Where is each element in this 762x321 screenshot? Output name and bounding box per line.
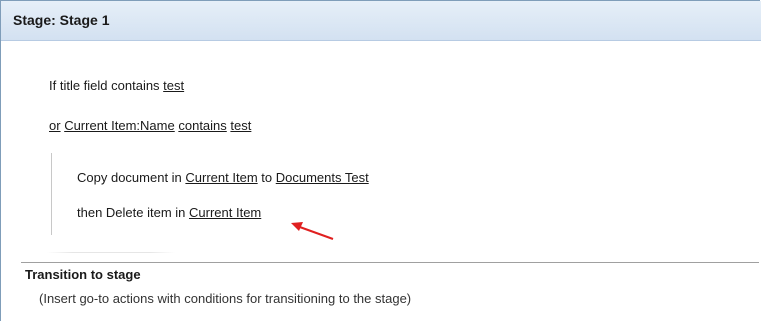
transition-title: Transition to stage <box>25 267 141 282</box>
stage-header[interactable]: Stage: Stage 1 <box>1 1 761 41</box>
condition-prefix: If title field contains <box>49 78 164 93</box>
condition-value-link[interactable]: test <box>230 118 251 133</box>
stage-panel: Stage: Stage 1 If title field contains t… <box>0 0 761 321</box>
red-arrow-annotation-icon <box>291 222 334 240</box>
condition-title-contains: If title field contains test <box>49 78 184 93</box>
action-delete-item: then Delete item in Current Item <box>77 205 261 220</box>
action-delete-target-link[interactable]: Current Item <box>189 205 261 220</box>
action-copy-document: Copy document in Current Item to Documen… <box>77 170 369 185</box>
insert-action-marker[interactable] <box>47 252 175 253</box>
condition-connector-link[interactable]: or <box>49 118 61 133</box>
condition-operator-link[interactable]: contains <box>178 118 226 133</box>
transition-divider <box>21 262 759 263</box>
action-copy-destination-link[interactable]: Documents Test <box>276 170 369 185</box>
action-delete-prefix: then Delete item in <box>77 205 190 220</box>
action-copy-prefix: Copy document in <box>77 170 186 185</box>
action-block-bracket <box>51 153 54 235</box>
condition-value-link[interactable]: test <box>163 78 184 93</box>
action-copy-middle: to <box>257 170 276 185</box>
condition-or-name-contains: or Current Item:Name contains test <box>49 118 251 133</box>
stage-title: Stage: Stage 1 <box>13 12 110 28</box>
action-copy-source-link[interactable]: Current Item <box>185 170 257 185</box>
condition-field-link[interactable]: Current Item:Name <box>64 118 175 133</box>
transition-hint[interactable]: (Insert go-to actions with conditions fo… <box>39 291 411 306</box>
